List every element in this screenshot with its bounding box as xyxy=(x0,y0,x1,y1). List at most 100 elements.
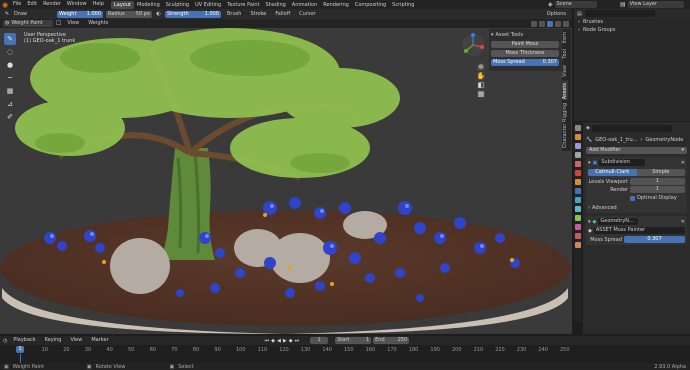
scene-props-icon[interactable] xyxy=(575,161,581,167)
timeline-ruler[interactable]: 1 0 10 20 30 40 50 60 70 80 90 100 110 120 130 140 150 1… xyxy=(0,345,690,363)
view-layer-selector[interactable]: ▤ View Layer xyxy=(620,1,684,8)
tab-assets[interactable]: Assets xyxy=(562,79,568,103)
gradient-tool-button[interactable]: ▦ xyxy=(4,85,16,97)
menu-cursor[interactable]: Cursor xyxy=(296,10,318,19)
menu-keying[interactable]: Keying xyxy=(42,336,65,345)
blender-logo-icon[interactable]: ◉ xyxy=(0,0,10,9)
outliner-item-brushes[interactable]: › Brushes xyxy=(574,18,690,26)
tab-animation[interactable]: Animation xyxy=(289,1,321,9)
tab-shading[interactable]: Shading xyxy=(262,1,288,9)
add-modifier-button[interactable]: Add Modifier ▾ xyxy=(586,147,687,154)
tool-props-icon[interactable] xyxy=(575,125,581,131)
radius-field[interactable]: Radius 50 px xyxy=(106,10,152,18)
zoom-icon[interactable]: ⊕ xyxy=(477,63,485,71)
blur-tool-button[interactable]: ◌ xyxy=(4,46,16,58)
timeline-editor-icon[interactable]: ◷ xyxy=(3,338,7,344)
menu-timeline-view[interactable]: View xyxy=(67,336,85,345)
menu-view[interactable]: View xyxy=(64,19,82,28)
properties-editor-icon[interactable]: ◈ xyxy=(586,125,590,131)
average-tool-button[interactable]: ● xyxy=(4,59,16,71)
tab-view[interactable]: View xyxy=(562,62,568,80)
3d-viewport[interactable] xyxy=(0,28,572,334)
render-props-icon[interactable] xyxy=(575,134,581,140)
navigation-gizmo[interactable] xyxy=(460,32,486,58)
options-dropdown[interactable]: Options xyxy=(544,10,569,19)
pan-icon[interactable]: ✋ xyxy=(477,72,485,80)
tab-tool[interactable]: Tool xyxy=(562,46,568,62)
particles-props-icon[interactable] xyxy=(575,197,581,203)
menu-stroke[interactable]: Stroke xyxy=(247,10,269,19)
jump-start-icon[interactable]: ⏮ xyxy=(265,338,270,344)
brush-tool-icon[interactable]: ✎ xyxy=(3,11,11,17)
start-frame-field[interactable]: Start 1 xyxy=(335,337,372,344)
simple-button[interactable]: Simple xyxy=(636,169,685,176)
tab-rendering[interactable]: Rendering xyxy=(320,1,352,9)
tab-texture-paint[interactable]: Texture Paint xyxy=(224,1,262,9)
optimal-display-row[interactable]: Optimal Display xyxy=(588,195,685,201)
tab-uv-editing[interactable]: UV Editing xyxy=(192,1,224,9)
data-props-icon[interactable] xyxy=(575,224,581,230)
next-keyframe-icon[interactable]: ◆ xyxy=(289,338,293,344)
view-layer-name[interactable]: View Layer xyxy=(627,1,684,8)
object-props-icon[interactable] xyxy=(575,179,581,185)
view-layer-props-icon[interactable] xyxy=(575,152,581,158)
menu-brush[interactable]: Brush xyxy=(224,10,244,19)
outliner-search-input[interactable] xyxy=(584,10,655,17)
current-frame-field[interactable]: 1 xyxy=(310,337,329,344)
tab-scripting[interactable]: Scripting xyxy=(389,1,417,9)
character-rigging-tab[interactable]: Character Rigging xyxy=(562,100,571,152)
jump-end-icon[interactable]: ⏭ xyxy=(295,338,300,344)
annotate-tool-button[interactable]: ✐ xyxy=(4,111,16,123)
rendered-shading-icon[interactable] xyxy=(563,20,569,27)
tab-compositing[interactable]: Compositing xyxy=(352,1,389,9)
outliner-editor-icon[interactable]: ▤ xyxy=(577,11,582,17)
tab-item[interactable]: Item xyxy=(562,29,568,46)
menu-weights[interactable]: Weights xyxy=(85,19,111,28)
material-props-icon[interactable] xyxy=(575,233,581,239)
menu-file[interactable]: File xyxy=(10,0,24,9)
output-props-icon[interactable] xyxy=(575,143,581,149)
strength-field[interactable]: Strength 1.000 xyxy=(165,10,221,18)
sample-tool-button[interactable]: ⊿ xyxy=(4,98,16,110)
modifier-close-icon[interactable]: ✕ xyxy=(681,160,685,166)
menu-marker[interactable]: Marker xyxy=(88,336,111,345)
menu-window[interactable]: Window xyxy=(64,0,90,9)
scene-name[interactable]: Scene xyxy=(554,1,597,8)
overlay-icon[interactable] xyxy=(531,20,537,27)
asset-tools-header[interactable]: ▾ Asset Tools xyxy=(491,31,559,38)
properties-search-input[interactable] xyxy=(591,124,672,132)
tab-modeling[interactable]: Modeling xyxy=(134,1,163,9)
end-frame-field[interactable]: End 250 xyxy=(373,337,410,344)
checkbox-icon[interactable] xyxy=(630,195,635,201)
render-levels-field[interactable]: 1 xyxy=(630,186,685,193)
moss-spread-field[interactable]: Moss Spread 0.307 xyxy=(491,59,559,66)
menu-help[interactable]: Help xyxy=(90,0,107,9)
physics-props-icon[interactable] xyxy=(575,206,581,212)
play-reverse-icon[interactable]: ◀ xyxy=(277,338,281,344)
tab-sculpting[interactable]: Sculpting xyxy=(163,1,192,9)
prev-keyframe-icon[interactable]: ◆ xyxy=(271,338,275,344)
play-icon[interactable]: ▶ xyxy=(283,338,287,344)
menu-render[interactable]: Render xyxy=(40,0,64,9)
xray-icon[interactable] xyxy=(539,20,545,27)
levels-viewport-field[interactable]: 1 xyxy=(630,178,685,185)
tab-character-rigging[interactable]: Character Rigging xyxy=(562,100,568,151)
camera-icon[interactable]: ◧ xyxy=(477,81,485,89)
modifier-close-icon[interactable]: ✕ xyxy=(681,219,685,225)
draw-tool-button[interactable]: ✎ xyxy=(4,33,16,45)
smear-tool-button[interactable]: ~ xyxy=(4,72,16,84)
moss-thickness-button[interactable]: Moss Thickness xyxy=(491,50,559,57)
subdivision-name[interactable]: Subdivision xyxy=(599,159,646,166)
geo-moss-spread-field[interactable]: 0.307 xyxy=(624,236,685,243)
menu-falloff[interactable]: Falloff xyxy=(272,10,293,19)
outliner-item-node-groups[interactable]: › Node Groups xyxy=(574,26,690,34)
grid-icon[interactable]: ▦ xyxy=(477,90,485,98)
geometry-nodes-name[interactable]: GeometryN... xyxy=(598,218,639,225)
catmull-clark-button[interactable]: Catmull-Clark xyxy=(588,169,637,176)
weight-toggle-icon[interactable]: ☐ xyxy=(56,20,61,27)
pressure-icon[interactable]: ◐ xyxy=(155,11,162,17)
node-tree-selector[interactable]: ASSET Moss Painter xyxy=(593,227,685,234)
scene-selector[interactable]: ◈ Scene xyxy=(548,1,597,8)
weight-field[interactable]: Weight 1.000 xyxy=(57,10,103,18)
mode-selector[interactable]: ◍ Weight Paint xyxy=(3,20,53,27)
